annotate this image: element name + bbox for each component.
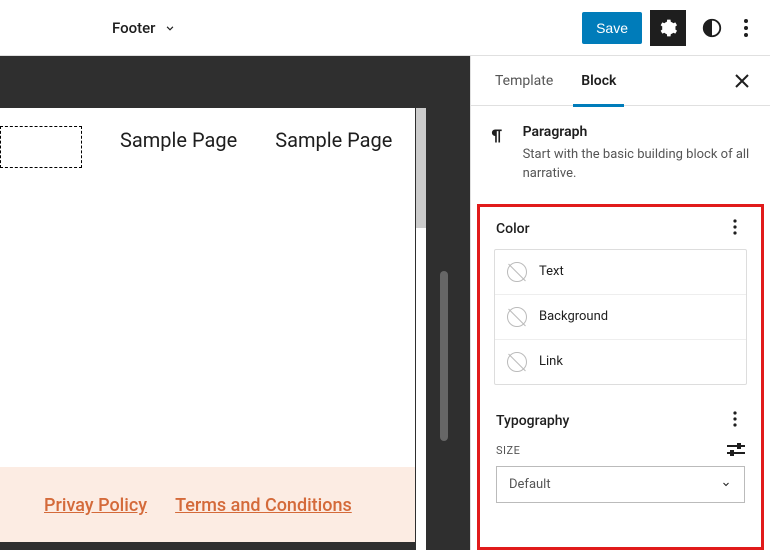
block-info: Paragraph Start with the basic building … (471, 106, 770, 204)
sidebar-tabs: Template Block (471, 56, 770, 106)
gear-icon (658, 18, 678, 38)
kebab-icon (744, 19, 748, 37)
typography-panel-menu[interactable] (725, 411, 745, 431)
top-bar: Footer Save (0, 0, 770, 56)
chevron-down-icon (720, 478, 732, 490)
color-label: Link (539, 354, 563, 369)
color-item-link[interactable]: Link (495, 340, 746, 384)
editor-canvas[interactable]: Sample Page Sample Page Privay Policy Te… (0, 56, 470, 550)
typography-heading: Typography (496, 413, 569, 429)
nav-link[interactable]: Sample Page (275, 128, 392, 168)
size-value: Default (509, 477, 551, 492)
styles-button[interactable] (694, 10, 730, 46)
color-swatch-none (507, 307, 527, 327)
color-item-background[interactable]: Background (495, 295, 746, 340)
nav-row: Sample Page Sample Page (0, 108, 415, 168)
close-icon (735, 74, 749, 88)
size-row: SIZE (488, 441, 753, 466)
color-swatch-none (507, 262, 527, 282)
highlighted-panels: Color Text Background Link (477, 204, 764, 550)
settings-button[interactable] (650, 10, 686, 46)
color-panel-header: Color (488, 213, 753, 249)
typography-panel-header: Typography (488, 405, 753, 441)
paragraph-icon (487, 124, 507, 148)
kebab-icon (733, 219, 737, 235)
color-panel-menu[interactable] (725, 219, 745, 239)
color-swatch-none (507, 352, 527, 372)
inner-scrollbar-thumb[interactable] (416, 108, 426, 228)
color-item-text[interactable]: Text (495, 250, 746, 295)
color-label: Text (539, 264, 564, 279)
footer-link-privacy[interactable]: Privay Policy (44, 495, 147, 516)
size-label: SIZE (496, 444, 520, 457)
footer-link-terms[interactable]: Terms and Conditions (175, 495, 352, 516)
block-description: Start with the basic building block of a… (523, 146, 754, 184)
empty-nav-placeholder[interactable] (0, 126, 82, 168)
document-title-dropdown[interactable]: Footer (112, 19, 177, 37)
canvas-document[interactable]: Sample Page Sample Page Privay Policy Te… (0, 108, 415, 542)
main-area: Sample Page Sample Page Privay Policy Te… (0, 56, 770, 550)
document-title: Footer (112, 19, 155, 37)
tab-template[interactable]: Template (487, 56, 561, 106)
outer-scrollbar-thumb[interactable] (440, 271, 448, 441)
block-title: Paragraph (523, 124, 754, 140)
nav-link[interactable]: Sample Page (120, 128, 237, 168)
settings-sidebar: Template Block Paragraph Start with the … (470, 56, 770, 550)
contrast-icon (701, 17, 723, 39)
sliders-icon (727, 442, 745, 456)
inner-scrollbar[interactable] (416, 108, 426, 550)
tab-block[interactable]: Block (573, 56, 624, 106)
close-sidebar-button[interactable] (730, 69, 754, 93)
size-select[interactable]: Default (496, 466, 745, 503)
color-heading: Color (496, 221, 530, 237)
kebab-icon (733, 411, 737, 427)
chevron-down-icon (163, 21, 177, 35)
footer-links: Privay Policy Terms and Conditions (0, 467, 415, 542)
color-label: Background (539, 309, 608, 324)
size-custom-toggle[interactable] (727, 441, 745, 460)
more-menu-button[interactable] (734, 10, 758, 46)
color-list: Text Background Link (494, 249, 747, 385)
save-button[interactable]: Save (582, 12, 642, 44)
